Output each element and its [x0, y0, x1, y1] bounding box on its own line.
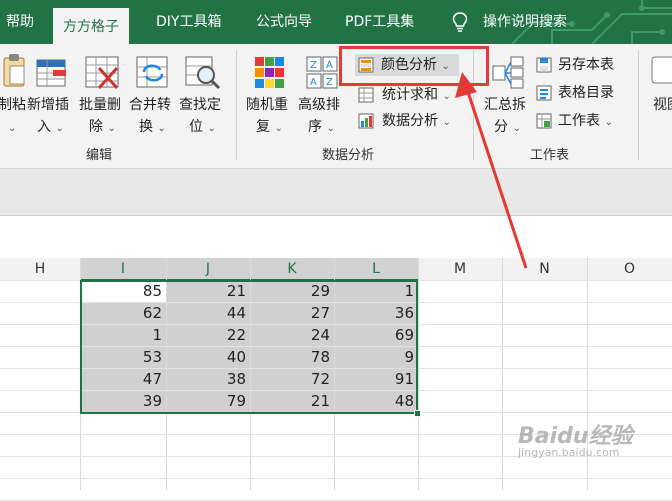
- watermark-url: jingyan.baidu.com: [518, 446, 620, 459]
- annotation-arrow: [455, 72, 528, 269]
- baidu-watermark: Baidu经验 jingyan.baidu.com: [518, 418, 633, 459]
